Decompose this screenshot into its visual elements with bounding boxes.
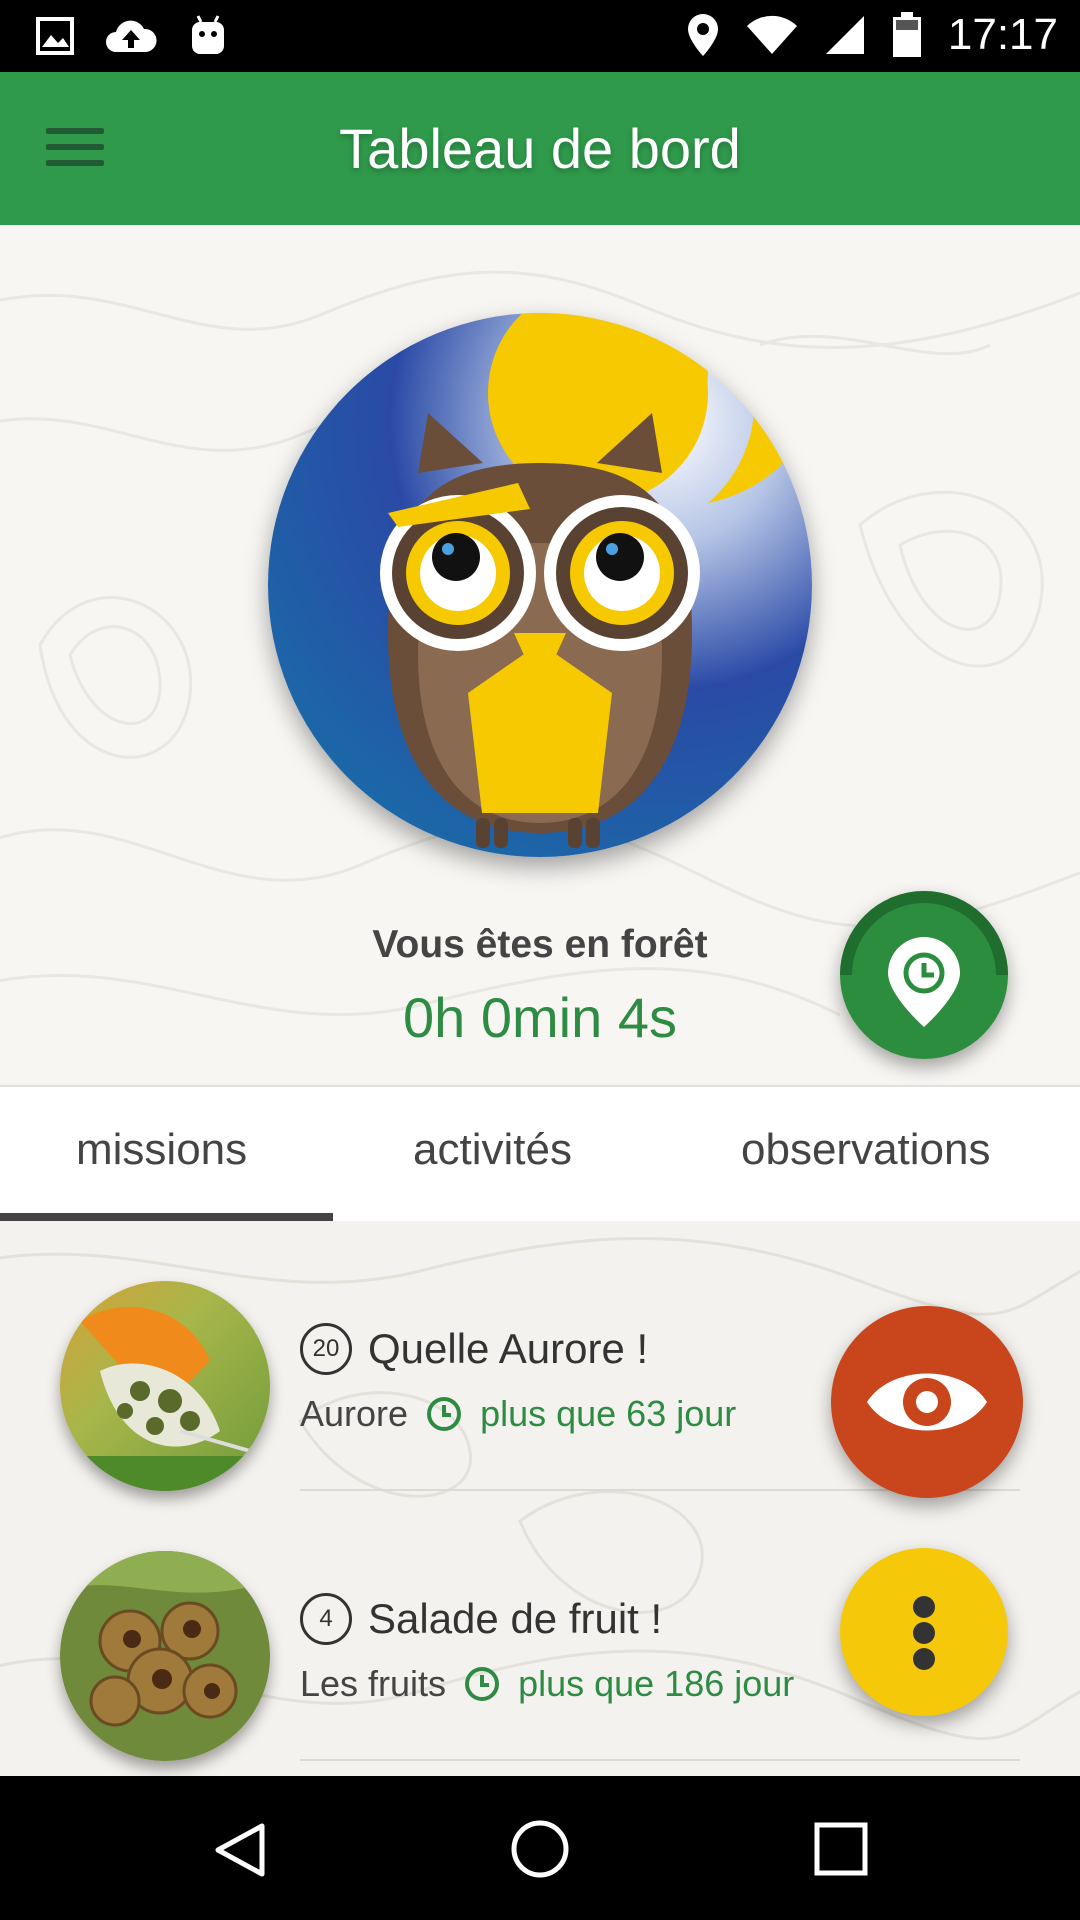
mission-subtitle-row: Les fruits plus que 186 jour	[300, 1663, 794, 1705]
list-divider	[300, 1759, 1020, 1761]
more-vert-icon-dot	[913, 1648, 935, 1670]
home-icon[interactable]	[509, 1818, 571, 1880]
more-vert-icon-dot	[913, 1622, 935, 1644]
owl-illustration	[268, 313, 812, 857]
tab-indicator	[0, 1213, 333, 1221]
system-nav-bar	[0, 1776, 1080, 1920]
mission-thumbnail[interactable]	[60, 1551, 270, 1761]
observe-button[interactable]	[831, 1306, 1023, 1498]
mission-thumbnail[interactable]	[60, 1281, 270, 1491]
page-title: Tableau de bord	[339, 117, 741, 180]
mission-category: Les fruits	[300, 1663, 447, 1704]
image-icon	[36, 17, 74, 55]
clock-icon	[427, 1397, 462, 1431]
clock-icon	[465, 1667, 500, 1701]
mission-duration: plus que 186 jour	[518, 1663, 795, 1704]
back-icon[interactable]	[210, 1820, 270, 1880]
app-bar: Tableau de bord	[0, 72, 1080, 225]
more-vert-icon-dot	[913, 1596, 935, 1618]
tab-missions[interactable]: missions	[76, 1125, 247, 1175]
tab-observations[interactable]: observations	[741, 1125, 990, 1175]
mission-title: Salade de fruit !	[368, 1595, 663, 1642]
mission-count-badge: 4	[300, 1593, 352, 1645]
tab-activites[interactable]: activités	[413, 1125, 572, 1175]
mission-subtitle-row: Aurore plus que 63 jour	[300, 1393, 736, 1435]
forest-status-panel: Vous êtes en forêt 0h 0min 4s	[0, 225, 1080, 1085]
cloud-upload-icon	[106, 20, 157, 52]
wifi-icon	[746, 15, 797, 54]
mission-category: Aurore	[300, 1393, 409, 1434]
chestnut-photo	[60, 1551, 270, 1761]
signal-icon	[825, 16, 864, 54]
more-options-button[interactable]	[840, 1548, 1008, 1716]
tab-bar: missions activités observations	[0, 1085, 1080, 1221]
android-icon	[192, 15, 224, 54]
status-bar: 17:17	[0, 0, 1080, 72]
mission-title-row[interactable]: 4 Salade de fruit !	[300, 1593, 662, 1645]
butterfly-photo	[60, 1281, 270, 1491]
clock: 17:17	[947, 10, 1058, 59]
location-timer-button[interactable]	[840, 891, 1008, 1059]
recents-icon[interactable]	[814, 1822, 868, 1876]
mission-title-row[interactable]: 20 Quelle Aurore !	[300, 1323, 648, 1375]
eye-icon	[867, 1373, 987, 1431]
mission-title: Quelle Aurore !	[368, 1325, 649, 1372]
location-clock-icon	[840, 891, 1008, 1027]
owl-avatar	[268, 313, 812, 857]
battery-icon	[892, 12, 921, 57]
mission-count-badge: 20	[300, 1323, 352, 1375]
mission-duration: plus que 63 jour	[480, 1393, 737, 1434]
location-icon	[687, 14, 718, 56]
